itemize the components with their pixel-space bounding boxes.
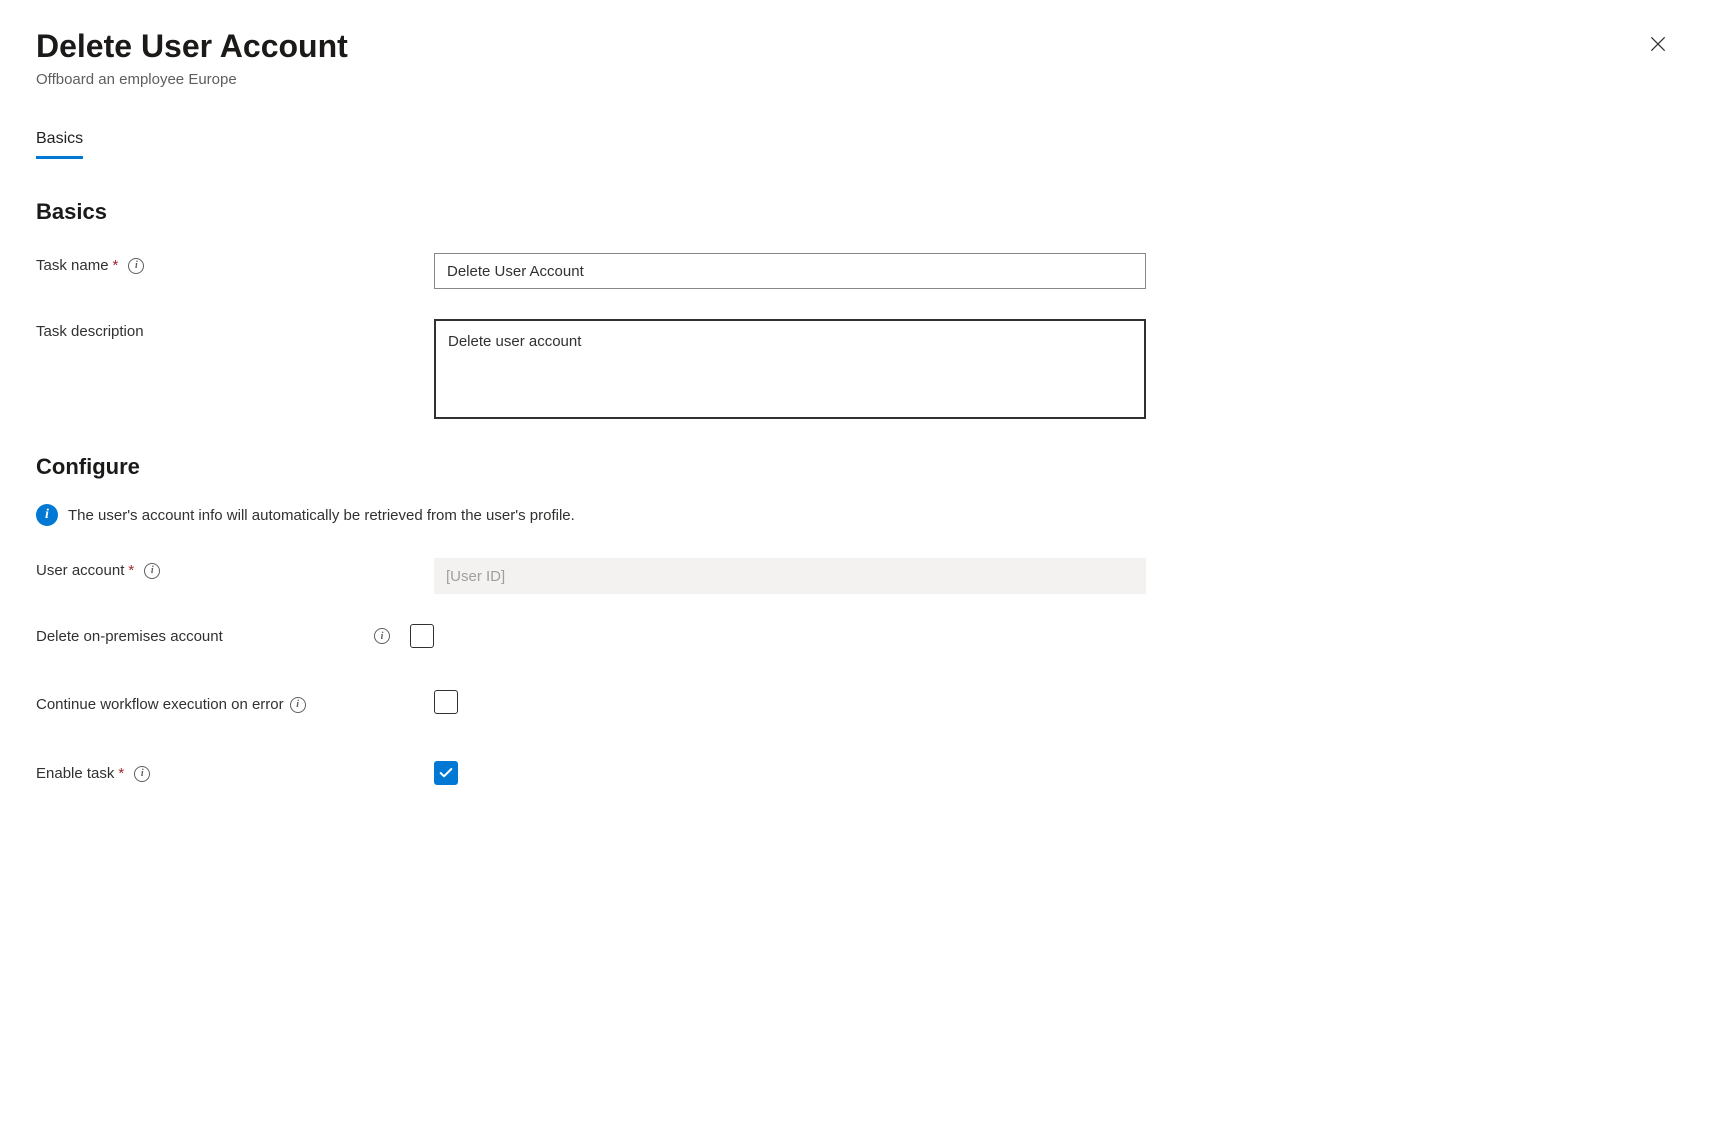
info-icon[interactable]: i xyxy=(134,766,150,782)
required-indicator: * xyxy=(113,257,119,274)
info-banner-text: The user's account info will automatical… xyxy=(68,507,575,524)
info-icon[interactable]: i xyxy=(144,563,160,579)
section-heading-configure: Configure xyxy=(36,454,1674,480)
task-description-input[interactable] xyxy=(434,319,1146,419)
required-indicator: * xyxy=(128,562,134,579)
info-icon[interactable]: i xyxy=(128,258,144,274)
check-icon xyxy=(438,765,454,781)
info-icon[interactable]: i xyxy=(374,628,390,644)
continue-on-error-checkbox[interactable] xyxy=(434,690,458,714)
tab-basics[interactable]: Basics xyxy=(36,130,83,159)
close-icon xyxy=(1648,34,1668,54)
task-name-label: Task name xyxy=(36,257,109,274)
task-name-input[interactable] xyxy=(434,253,1146,289)
continue-on-error-label: Continue workflow execution on error xyxy=(36,696,284,713)
required-indicator: * xyxy=(118,765,124,782)
tabs: Basics xyxy=(36,130,1674,159)
page-title: Delete User Account xyxy=(36,28,348,65)
user-account-label: User account xyxy=(36,562,124,579)
close-button[interactable] xyxy=(1642,28,1674,60)
task-description-label: Task description xyxy=(36,323,144,340)
user-account-field: [User ID] xyxy=(434,558,1146,594)
info-filled-icon: i xyxy=(36,504,58,526)
info-icon[interactable]: i xyxy=(290,697,306,713)
delete-onprem-checkbox[interactable] xyxy=(410,624,434,648)
delete-onprem-label: Delete on-premises account xyxy=(36,628,223,645)
enable-task-checkbox[interactable] xyxy=(434,761,458,785)
page-subtitle: Offboard an employee Europe xyxy=(36,71,348,88)
section-heading-basics: Basics xyxy=(36,199,1674,225)
enable-task-label: Enable task xyxy=(36,765,114,782)
